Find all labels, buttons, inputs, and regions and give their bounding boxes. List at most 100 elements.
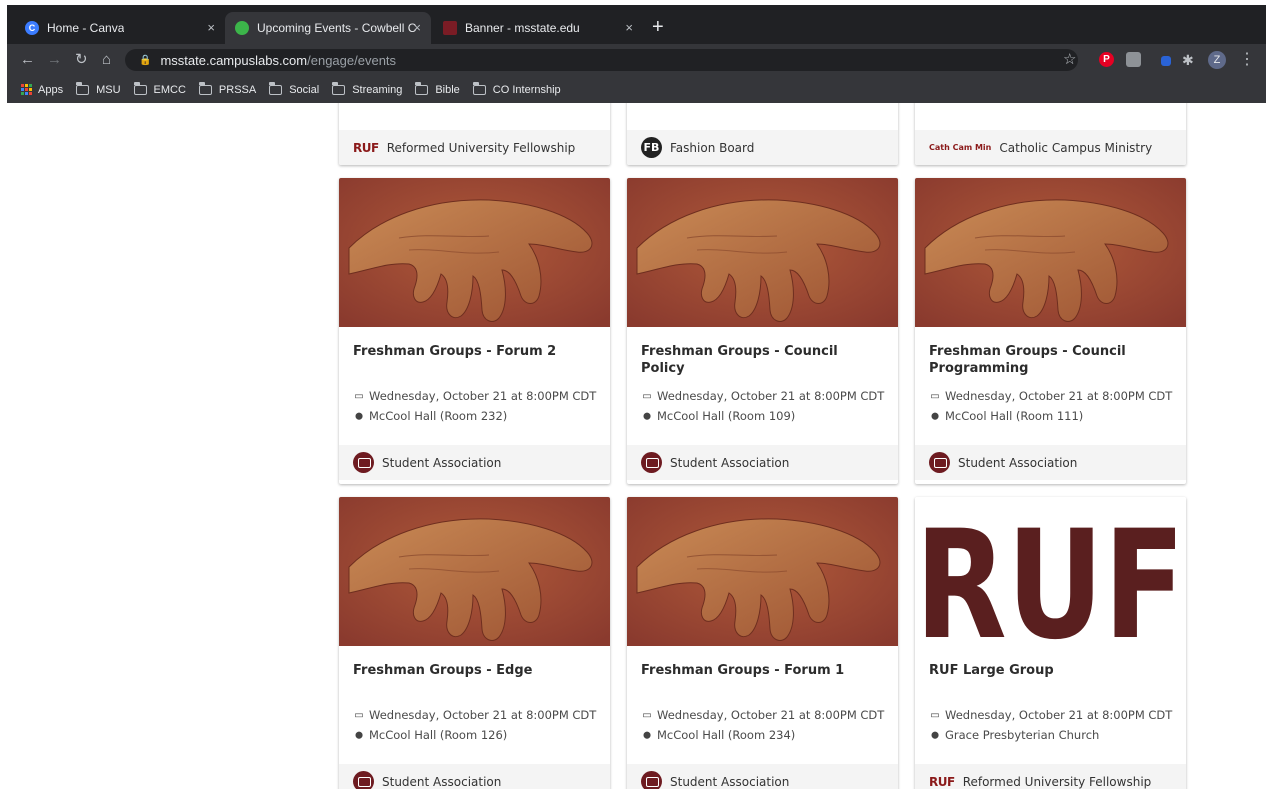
close-icon[interactable]: ×	[625, 20, 633, 35]
bookmark-star-icon[interactable]: ☆	[1063, 50, 1076, 68]
campuslabs-icon	[235, 21, 249, 35]
event-card[interactable]: Freshman Groups - Council Policy ▭ Wednesd…	[627, 178, 898, 484]
bookmark-folder-co-internship[interactable]: CO Internship	[472, 81, 561, 96]
calendar-icon: ▭	[354, 709, 364, 721]
card-organization[interactable]: Cath Cam Min Catholic Campus Ministry	[915, 130, 1186, 165]
calendar-icon: ▭	[642, 390, 652, 402]
card-organization[interactable]: FB Fashion Board	[627, 130, 898, 165]
map-pin-icon: ⬤	[643, 731, 651, 739]
close-icon[interactable]: ×	[413, 20, 421, 35]
map-pin-icon: ⬤	[355, 731, 363, 739]
folder-icon	[415, 81, 429, 95]
extension-pen-icon[interactable]	[1161, 56, 1171, 66]
folder-icon	[269, 81, 283, 95]
student-association-logo	[641, 452, 662, 473]
event-card[interactable]: Freshman Groups - Council Programming ▭ We…	[915, 178, 1186, 484]
forward-icon[interactable]: →	[47, 50, 62, 70]
student-association-logo	[929, 452, 950, 473]
card-organization[interactable]: Student Association	[627, 445, 898, 480]
card-organization[interactable]: RUF Reformed University Fellowship	[339, 130, 610, 165]
tab-banner-msstate[interactable]: Banner - msstate.edu ×	[433, 12, 643, 44]
event-title[interactable]: Freshman Groups - Forum 1	[641, 662, 881, 679]
event-cover-image[interactable]	[627, 497, 898, 646]
map-pin-icon: ⬤	[931, 731, 939, 739]
bookmarks-bar: Apps MSU EMCC PRSSA Social Streaming Bib…	[7, 76, 1266, 103]
event-location: ⬤ McCool Hall (Room 126)	[353, 728, 608, 742]
event-date: ▭ Wednesday, October 21 at 8:00PM CDT	[354, 389, 597, 403]
new-tab-button[interactable]: +	[652, 17, 664, 37]
calendar-icon: ▭	[930, 390, 940, 402]
bookmark-apps[interactable]: Apps	[21, 84, 63, 96]
home-icon[interactable]: ⌂	[102, 50, 111, 70]
event-card-partial[interactable]: RUF Reformed University Fellowship	[339, 103, 610, 165]
close-icon[interactable]: ×	[207, 20, 215, 35]
bookmark-folder-social[interactable]: Social	[269, 81, 319, 96]
tab-bar: C Home - Canva × Upcoming Events - Cowbe…	[7, 5, 1266, 44]
event-location: ⬤ McCool Hall (Room 234)	[641, 728, 896, 742]
event-cover-image[interactable]	[339, 178, 610, 327]
event-location: ⬤ Grace Presbyterian Church	[929, 728, 1184, 742]
card-organization[interactable]: Student Association	[627, 764, 898, 789]
pinterest-icon[interactable]: P	[1099, 52, 1114, 67]
event-title[interactable]: Freshman Groups - Edge	[353, 662, 593, 679]
event-date: ▭ Wednesday, October 21 at 8:00PM CDT	[642, 708, 885, 722]
event-date: ▭ Wednesday, October 21 at 8:00PM CDT	[642, 389, 885, 403]
calendar-icon: ▭	[930, 709, 940, 721]
event-cover-image[interactable]	[627, 178, 898, 327]
event-location: ⬤ McCool Hall (Room 232)	[353, 409, 608, 423]
event-title[interactable]: Freshman Groups - Council Policy	[641, 343, 881, 377]
event-title[interactable]: Freshman Groups - Council Programming	[929, 343, 1169, 377]
bookmark-folder-streaming[interactable]: Streaming	[332, 81, 402, 96]
event-date: ▭ Wednesday, October 21 at 8:00PM CDT	[354, 708, 597, 722]
event-card[interactable]: Freshman Groups - Forum 1 ▭ Wednesday, Oct…	[627, 497, 898, 789]
catholic-campus-ministry-logo: Cath Cam Min	[929, 143, 992, 152]
calendar-icon: ▭	[354, 390, 364, 402]
calendar-icon: ▭	[642, 709, 652, 721]
ruf-logo: RUF	[929, 774, 955, 789]
back-icon[interactable]: ←	[20, 50, 35, 70]
event-card-partial[interactable]: Cath Cam Min Catholic Campus Ministry	[915, 103, 1186, 165]
card-organization[interactable]: Student Association	[339, 445, 610, 480]
reload-icon[interactable]: ↻	[75, 50, 88, 70]
bookmark-folder-msu[interactable]: MSU	[76, 81, 121, 96]
extension-icon[interactable]	[1126, 52, 1141, 67]
fashion-board-logo: FB	[641, 137, 662, 158]
event-card[interactable]: Freshman Groups - Forum 2 ▭ Wednesday, Oct…	[339, 178, 610, 484]
event-date: ▭ Wednesday, October 21 at 8:00PM CDT	[930, 708, 1173, 722]
event-cover-image[interactable]	[339, 497, 610, 646]
student-association-logo	[353, 452, 374, 473]
event-title[interactable]: RUF Large Group	[929, 662, 1169, 679]
ruf-banner-image[interactable]: RUF	[915, 497, 1186, 646]
folder-icon	[198, 81, 212, 95]
event-title[interactable]: Freshman Groups - Forum 2	[353, 343, 593, 360]
student-association-logo	[353, 771, 374, 789]
event-card[interactable]: Freshman Groups - Edge ▭ Wednesday, Octobe…	[339, 497, 610, 789]
profile-avatar[interactable]: Z	[1208, 51, 1226, 69]
student-association-logo	[641, 771, 662, 789]
ruf-logo: RUF	[353, 140, 379, 155]
folder-icon	[76, 81, 90, 95]
card-organization[interactable]: RUF Reformed University Fellowship	[915, 764, 1186, 789]
address-bar[interactable]: 🔒 msstate.campuslabs.com/engage/events	[125, 49, 1078, 71]
events-page: RUF Reformed University Fellowship FB Fa…	[7, 103, 1266, 789]
map-pin-icon: ⬤	[931, 412, 939, 420]
tab-upcoming-events[interactable]: Upcoming Events - Cowbell Co ×	[225, 12, 431, 44]
ruf-banner-text: RUF	[915, 499, 1185, 646]
menu-kebab-icon[interactable]: ⋮	[1239, 49, 1255, 69]
map-pin-icon: ⬤	[355, 412, 363, 420]
event-date: ▭ Wednesday, October 21 at 8:00PM CDT	[930, 389, 1173, 403]
card-organization[interactable]: Student Association	[915, 445, 1186, 480]
event-card-partial[interactable]: FB Fashion Board	[627, 103, 898, 165]
folder-icon	[332, 81, 346, 95]
bookmark-folder-emcc[interactable]: EMCC	[133, 81, 186, 96]
event-location: ⬤ McCool Hall (Room 109)	[641, 409, 896, 423]
folder-icon	[472, 81, 486, 95]
browser-toolbar: ← → ↻ ⌂ 🔒 msstate.campuslabs.com/engage/…	[7, 44, 1266, 76]
tab-home-canva[interactable]: C Home - Canva ×	[15, 12, 225, 44]
bookmark-folder-prssa[interactable]: PRSSA	[198, 81, 256, 96]
extensions-puzzle-icon[interactable]: ✱	[1182, 50, 1194, 70]
bookmark-folder-bible[interactable]: Bible	[415, 81, 460, 96]
event-card[interactable]: RUF RUF Large Group ▭ Wednesday, October 2…	[915, 497, 1186, 789]
event-cover-image[interactable]	[915, 178, 1186, 327]
card-organization[interactable]: Student Association	[339, 764, 610, 789]
